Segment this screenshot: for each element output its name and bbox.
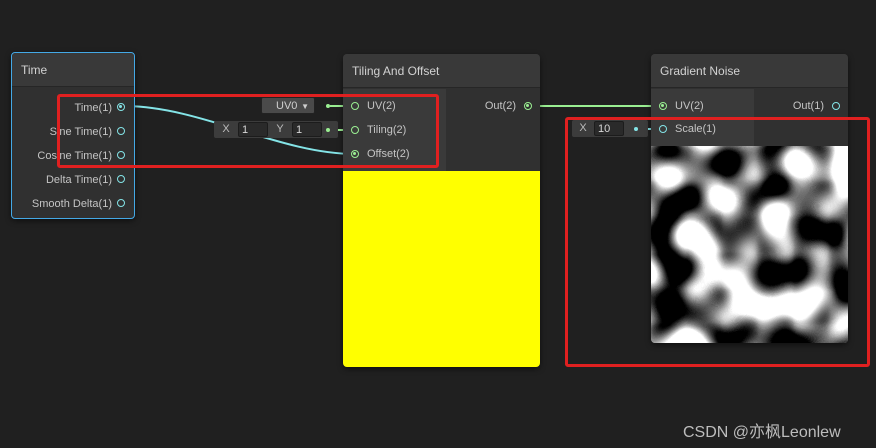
noise-scale-highlight (565, 117, 870, 367)
tiling-output-label: Out(2) (484, 100, 516, 112)
smooth-delta-output-label: Smooth Delta(1) (31, 198, 112, 210)
time-node-title: Time (21, 63, 48, 77)
tiling-output-port-icon[interactable] (524, 102, 532, 110)
noise-output-label: Out(1) (792, 100, 824, 112)
smooth-delta-output-port-icon[interactable] (117, 199, 125, 207)
delta-time-output-port-icon[interactable] (117, 175, 125, 183)
gradient-noise-node-title: Gradient Noise (660, 64, 741, 78)
tiling-inputs-highlight (57, 94, 439, 168)
tiling-preview (343, 171, 540, 367)
noise-output-port-icon[interactable] (832, 102, 840, 110)
tiling-offset-node-header[interactable]: Tiling And Offset (343, 54, 540, 88)
tiling-offset-node-title: Tiling And Offset (352, 64, 440, 78)
delta-time-output-label: Delta Time(1) (45, 174, 112, 186)
noise-uv-input-label: UV(2) (675, 100, 704, 112)
watermark: CSDN @亦枫Leonlew (683, 424, 841, 441)
time-node-header[interactable]: Time (12, 53, 134, 87)
noise-uv-input-port-icon[interactable] (659, 102, 667, 110)
gradient-noise-node-header[interactable]: Gradient Noise (651, 54, 848, 88)
